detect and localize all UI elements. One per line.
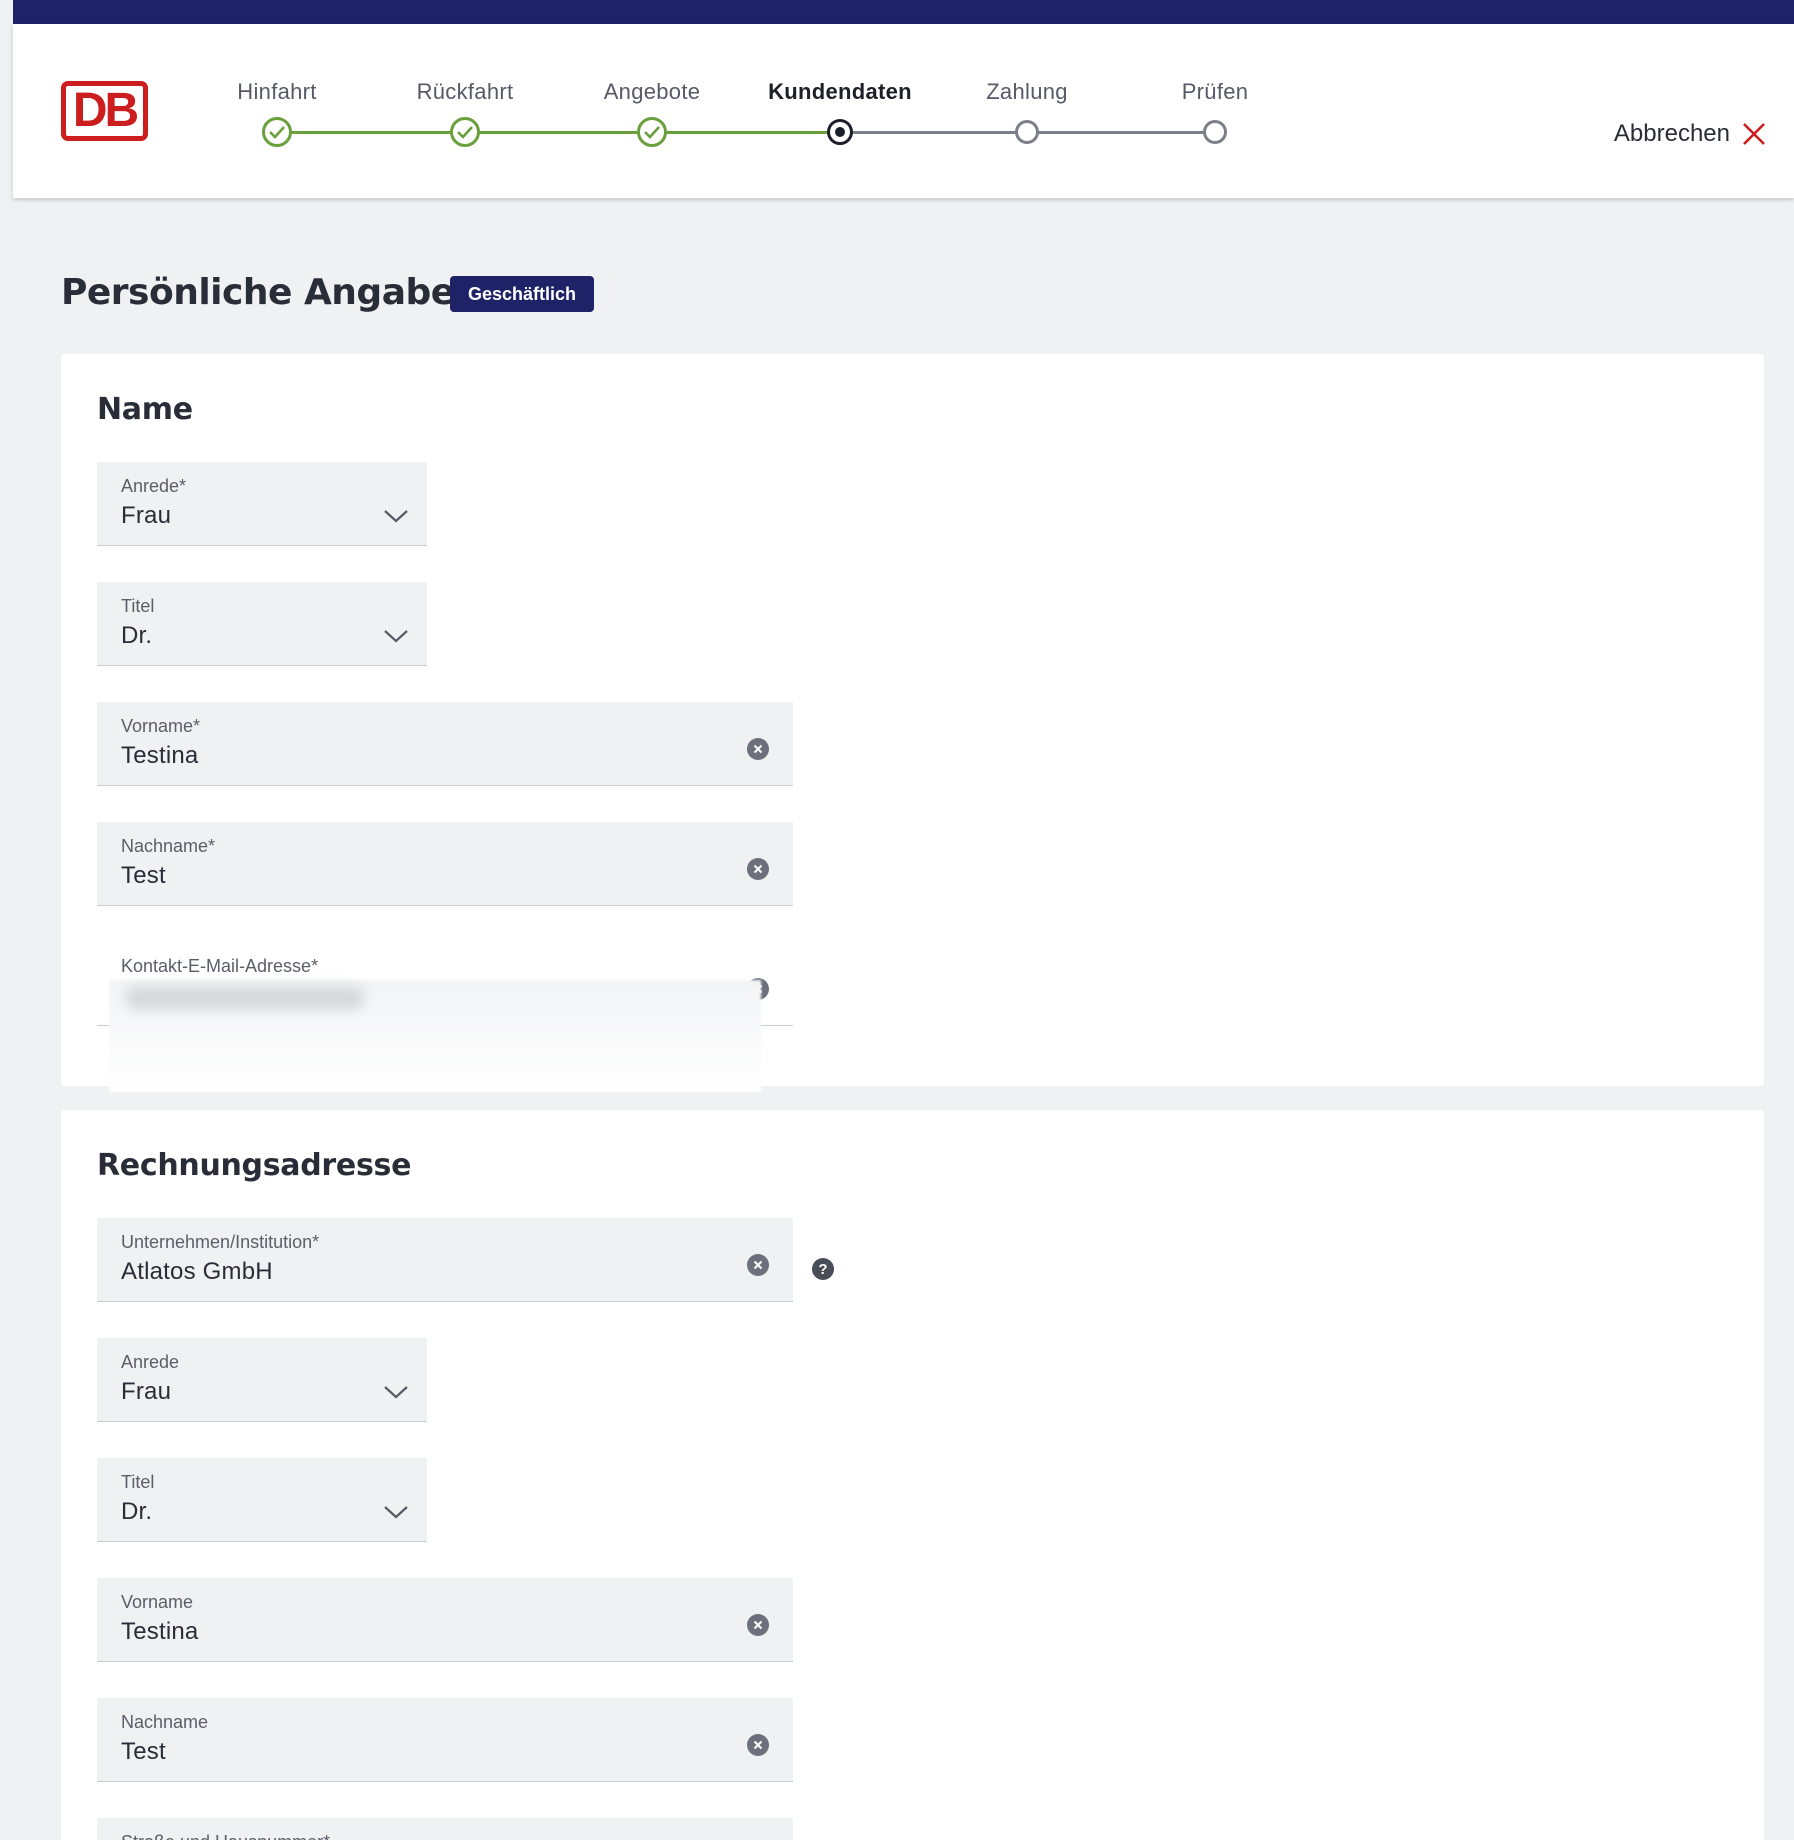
step-label-pruefen: Prüfen <box>1181 79 1249 104</box>
step-label-zahlung: Zahlung <box>986 79 1068 104</box>
step-label-rueckfahrt[interactable]: Rückfahrt <box>417 79 514 105</box>
help-icon[interactable]: ? <box>812 1258 834 1280</box>
billing-nachname-input[interactable]: Nachname Test <box>97 1698 793 1782</box>
billing-anrede-select[interactable]: Anrede Frau <box>97 1338 427 1422</box>
clear-input-icon[interactable] <box>747 858 769 880</box>
clear-input-icon[interactable] <box>747 738 769 760</box>
step-connector <box>652 131 840 134</box>
customer-type-badge: Geschäftlich <box>450 276 595 312</box>
billing-vorname-input[interactable]: Vorname Testina <box>97 1578 793 1662</box>
clear-input-icon[interactable] <box>747 1254 769 1276</box>
step-todo-circle-icon <box>1015 120 1039 144</box>
close-icon <box>1743 123 1765 145</box>
step-label-hinfahrt[interactable]: Hinfahrt <box>237 79 316 105</box>
chevron-down-icon <box>384 1386 408 1399</box>
section-title-name: Name <box>97 392 193 427</box>
step-done-check-icon[interactable] <box>450 117 480 147</box>
billing-card: Rechnungsadresse Unternehmen/Institution… <box>61 1110 1764 1840</box>
clear-input-icon[interactable] <box>747 1734 769 1756</box>
titel-select[interactable]: Titel Dr. <box>97 582 427 666</box>
top-bar <box>13 0 1794 24</box>
name-card: Name Anrede* Frau Titel Dr. Vorname* Tes… <box>61 354 1764 1092</box>
step-done-check-icon[interactable] <box>262 117 292 147</box>
billing-titel-select[interactable]: Titel Dr. <box>97 1458 427 1542</box>
cancel-button[interactable]: Abbrechen <box>1614 120 1766 148</box>
company-input[interactable]: Unternehmen/Institution* Atlatos GmbH <box>97 1218 793 1302</box>
vorname-input[interactable]: Vorname* Testina <box>97 702 793 786</box>
chevron-down-icon <box>384 630 408 643</box>
section-title-rechnungsadresse: Rechnungsadresse <box>97 1148 412 1183</box>
step-connector <box>465 131 652 134</box>
chevron-down-icon <box>384 510 408 523</box>
step-done-check-icon[interactable] <box>637 117 667 147</box>
progress-stepper: Hinfahrt Rückfahrt Angebote Kundendaten … <box>13 24 1413 198</box>
step-connector <box>277 131 465 134</box>
chevron-down-icon <box>384 1506 408 1519</box>
step-label-angebote[interactable]: Angebote <box>604 79 701 105</box>
anrede-select[interactable]: Anrede* Frau <box>97 462 427 546</box>
step-connector <box>840 131 1027 134</box>
step-todo-circle-icon <box>1203 120 1227 144</box>
redacted-email-text <box>125 986 365 1010</box>
step-connector <box>1027 131 1215 134</box>
step-current-dot-icon <box>827 119 853 145</box>
clear-input-icon[interactable] <box>747 1614 769 1636</box>
street-input[interactable]: Straße und Hausnummer* <box>97 1818 793 1840</box>
page-title: Persönliche Angaben <box>61 272 480 313</box>
step-label-kundendaten: Kundendaten <box>768 79 912 104</box>
header: DB Hinfahrt Rückfahrt Angebote Kundendat… <box>13 24 1794 198</box>
nachname-input[interactable]: Nachname* Test <box>97 822 793 906</box>
